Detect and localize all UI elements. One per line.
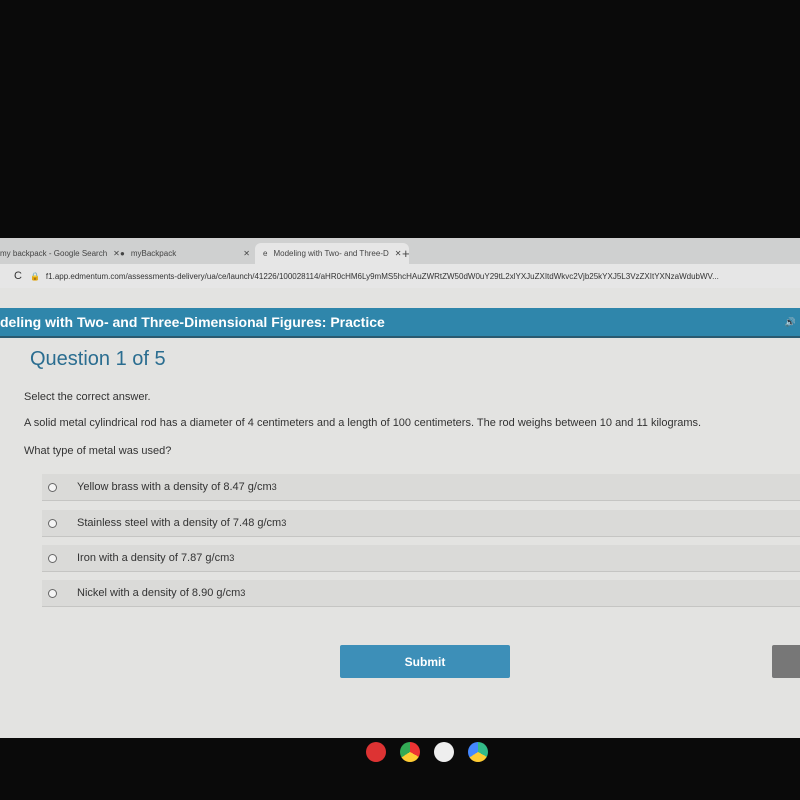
radio-button[interactable] — [48, 482, 57, 492]
tab-mybackpack[interactable]: ● myBackpack ✕ — [120, 243, 250, 264]
answer-option[interactable]: Yellow brass with a density of 8.47 g/cm… — [42, 474, 800, 501]
answer-option[interactable]: Iron with a density of 7.87 g/cm 3 — [42, 545, 800, 572]
activity-title: deling with Two- and Three-Dimensional F… — [0, 314, 385, 330]
tab-label: myBackpack — [130, 249, 177, 258]
option-label: Stainless steel with a density of 7.48 g… — [77, 517, 282, 529]
tab-google-search[interactable]: my backpack - Google Search ✕ — [0, 243, 120, 264]
submit-button[interactable]: Submit — [340, 645, 510, 678]
superscript: 3 — [240, 588, 246, 598]
play-store-icon[interactable] — [468, 742, 488, 762]
tab-label: Modeling with Two- and Three-D — [273, 249, 389, 258]
lock-icon: 🔒 — [29, 271, 40, 281]
superscript: 3 — [271, 482, 277, 492]
globe-icon: ● — [120, 249, 125, 258]
tab-modeling[interactable]: e Modeling with Two- and Three-D ✕ — [255, 243, 410, 264]
answer-option[interactable]: Stainless steel with a density of 7.48 g… — [42, 510, 800, 537]
superscript: 3 — [281, 518, 287, 528]
tab-bar: my backpack - Google Search ✕ ● myBackpack… — [0, 238, 800, 264]
speaker-icon[interactable]: 🔊 — [785, 317, 796, 328]
gmail-icon[interactable] — [434, 742, 454, 762]
radio-button[interactable] — [48, 518, 57, 528]
close-icon[interactable]: ✕ — [395, 249, 402, 258]
new-tab-button[interactable]: + — [402, 243, 410, 264]
close-icon[interactable]: ✕ — [243, 249, 250, 258]
tab-label: my backpack - Google Search — [0, 249, 108, 258]
screen: my backpack - Google Search ✕ ● myBackpack… — [0, 238, 800, 738]
option-label: Yellow brass with a density of 8.47 g/cm — [77, 481, 272, 493]
address-bar[interactable]: C 🔒 f1.app.edmentum.com/assessments-deli… — [0, 264, 800, 288]
radio-button[interactable] — [48, 588, 57, 598]
option-label: Nickel with a density of 8.90 g/cm — [77, 587, 241, 599]
next-button[interactable] — [772, 645, 800, 678]
edmentum-icon: e — [263, 249, 268, 258]
reload-icon[interactable]: C — [14, 270, 22, 282]
close-icon[interactable]: ✕ — [113, 249, 120, 258]
question-text: A solid metal cylindrical rod has a diam… — [24, 417, 702, 429]
option-label: Iron with a density of 7.87 g/cm — [77, 552, 230, 564]
youtube-icon[interactable] — [366, 742, 386, 762]
radio-button[interactable] — [48, 553, 57, 563]
answer-option[interactable]: Nickel with a density of 8.90 g/cm 3 — [42, 580, 800, 607]
superscript: 3 — [229, 553, 235, 563]
activity-header: deling with Two- and Three-Dimensional F… — [0, 308, 800, 338]
chrome-icon[interactable] — [400, 742, 420, 762]
url-text: f1.app.edmentum.com/assessments-delivery… — [45, 271, 719, 281]
question-prompt: What type of metal was used? — [24, 445, 172, 457]
instruction: Select the correct answer. — [24, 391, 151, 403]
question-number: Question 1 of 5 — [30, 348, 166, 370]
